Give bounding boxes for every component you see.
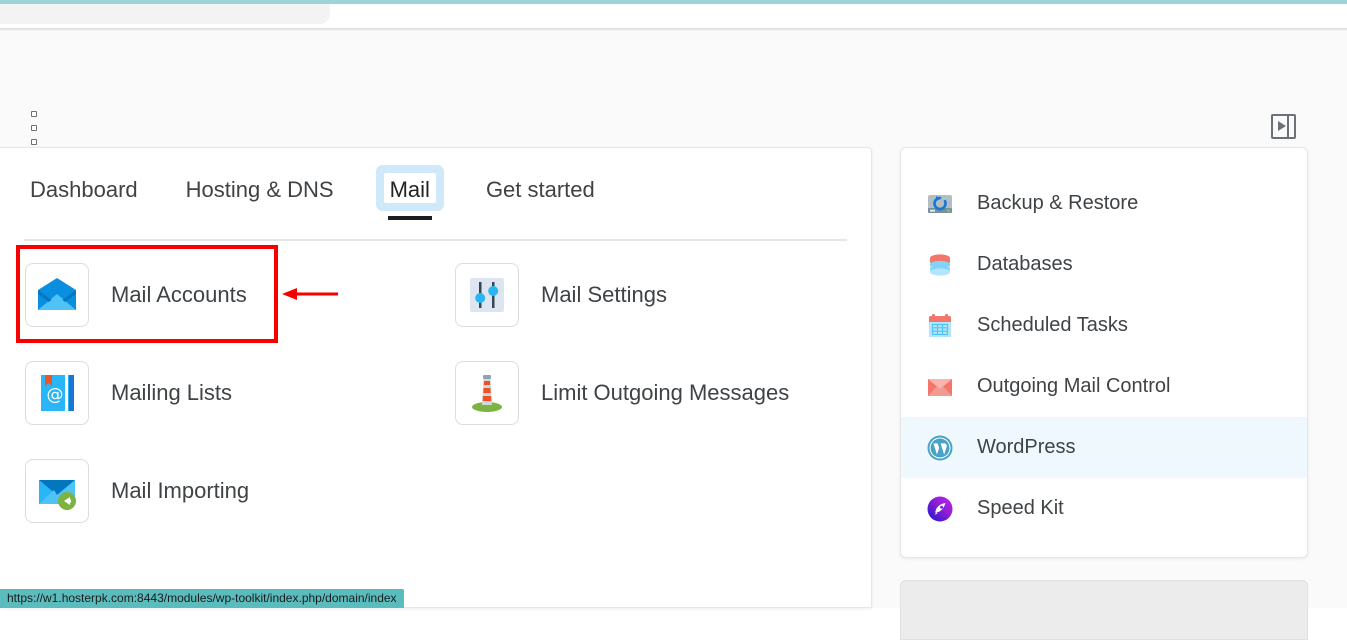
kebab-dot	[31, 139, 37, 145]
svg-text:@: @	[47, 385, 64, 405]
tab-get-started[interactable]: Get started	[480, 173, 601, 203]
address-book-at-icon: @	[25, 361, 89, 425]
tab-dashboard[interactable]: Dashboard	[24, 173, 144, 203]
sidebar-item-label: WordPress	[977, 436, 1076, 458]
tab-label: Dashboard	[30, 177, 138, 202]
tile-column-right: Mail Settings Limit Outgoing Messages	[446, 246, 856, 442]
tab-hosting-dns[interactable]: Hosting & DNS	[180, 173, 340, 203]
lighthouse-icon	[455, 361, 519, 425]
tile-label: Mail Settings	[541, 282, 667, 307]
tile-mail-accounts[interactable]: Mail Accounts	[16, 246, 446, 344]
tile-label: Mailing Lists	[111, 380, 233, 405]
sidebar-item-wordpress[interactable]: WordPress	[901, 417, 1307, 478]
panel-toggle-divider	[1287, 116, 1289, 137]
sidebar-item-label: Databases	[977, 253, 1073, 275]
tile-column-left: Mail Accounts @ Mailing Lists Mail Impor…	[16, 246, 446, 540]
hard-drive-restore-icon	[925, 189, 955, 219]
tile-mail-importing[interactable]: Mail Importing	[16, 442, 446, 540]
tile-mail-settings[interactable]: Mail Settings	[446, 246, 856, 344]
tab-mail[interactable]: Mail	[383, 173, 436, 220]
tab-label: Mail	[389, 177, 430, 202]
sidebar-item-label: Scheduled Tasks	[977, 314, 1128, 336]
sidebar-card: Backup & Restore Databases Scheduled Tas…	[900, 147, 1308, 558]
envelope-import-icon	[25, 459, 89, 523]
tile-label: Mail Importing	[111, 478, 250, 503]
sidebar-item-speed-kit[interactable]: Speed Kit	[901, 478, 1307, 539]
kebab-menu-icon[interactable]	[24, 111, 44, 145]
tile-mailing-lists[interactable]: @ Mailing Lists	[16, 344, 446, 442]
panel-toggle-triangle	[1278, 121, 1286, 131]
tab-list: Dashboard Hosting & DNS Mail Get started	[24, 173, 847, 221]
sidebar-item-scheduled-tasks[interactable]: Scheduled Tasks	[901, 295, 1307, 356]
browser-chrome	[0, 0, 1347, 28]
envelope-red-icon	[925, 372, 955, 402]
sidebar-item-outgoing-mail-control[interactable]: Outgoing Mail Control	[901, 356, 1307, 417]
secondary-panel	[900, 580, 1308, 640]
panel-toggle-icon[interactable]	[1271, 114, 1296, 139]
tab-label: Hosting & DNS	[185, 177, 334, 202]
sidebar-list: Backup & Restore Databases Scheduled Tas…	[901, 148, 1307, 539]
kebab-dot	[31, 111, 37, 117]
sliders-icon	[455, 263, 519, 327]
sidebar-item-databases[interactable]: Databases	[901, 234, 1307, 295]
tab-divider	[24, 239, 847, 241]
sidebar-item-label: Speed Kit	[977, 497, 1064, 519]
main-content-card: Dashboard Hosting & DNS Mail Get started	[0, 147, 872, 608]
tab-bar: Dashboard Hosting & DNS Mail Get started	[24, 173, 847, 241]
status-bar-url: https://w1.hosterpk.com:8443/modules/wp-…	[0, 589, 404, 608]
browser-tab-stub[interactable]	[0, 4, 330, 24]
tile-label: Mail Accounts	[111, 282, 247, 307]
wordpress-icon	[925, 433, 955, 463]
app-toolbar	[0, 33, 1347, 145]
sidebar-item-label: Backup & Restore	[977, 192, 1139, 214]
tile-label: Limit Outgoing Messages	[541, 380, 790, 405]
database-icon	[925, 250, 955, 280]
rocket-icon	[925, 494, 955, 524]
sidebar-item-label: Outgoing Mail Control	[977, 375, 1171, 397]
open-envelope-icon	[25, 263, 89, 327]
tile-limit-outgoing-messages[interactable]: Limit Outgoing Messages	[446, 344, 856, 442]
kebab-dot	[31, 125, 37, 131]
calendar-icon	[925, 311, 955, 341]
tab-active-underline	[387, 216, 432, 220]
sidebar-item-backup-restore[interactable]: Backup & Restore	[901, 173, 1307, 234]
tab-label: Get started	[485, 177, 595, 202]
